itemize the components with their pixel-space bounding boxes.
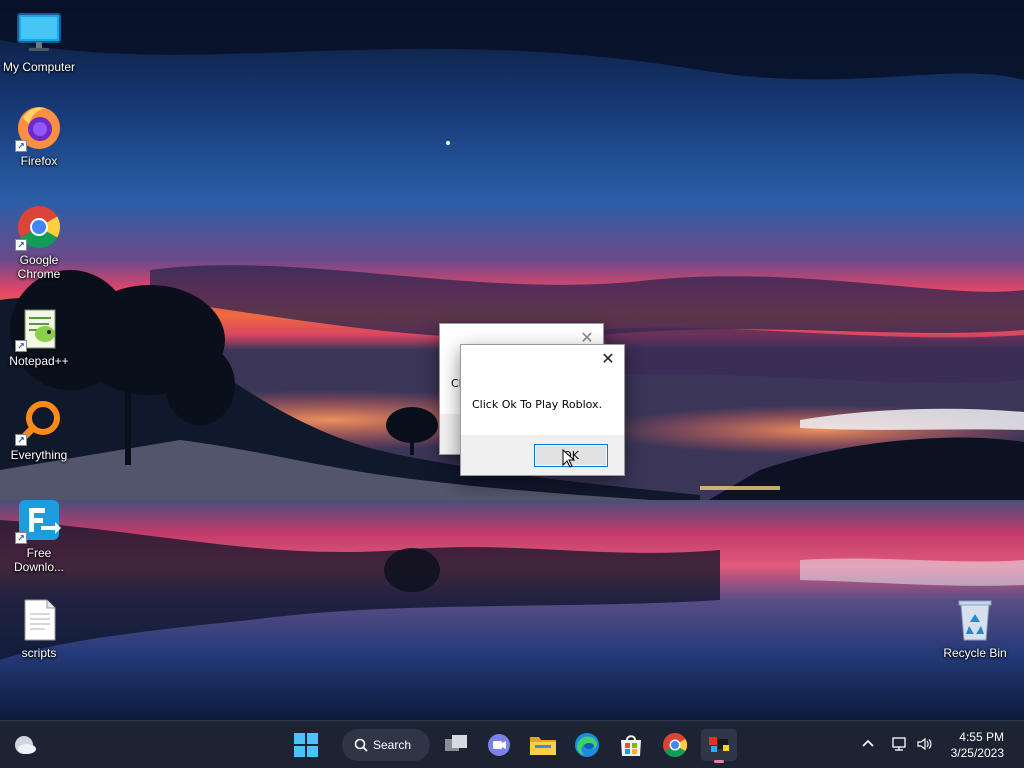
desktop-icon-label: Everything <box>10 448 68 462</box>
taskbar-clock[interactable]: 4:55 PM 3/25/2023 <box>951 729 1004 761</box>
microsoft-store-icon[interactable] <box>615 729 647 761</box>
desktop-icon-label: Firefox <box>20 154 58 168</box>
desktop-icon-my-computer[interactable]: My Computer <box>0 10 78 74</box>
close-icon[interactable]: ✕ <box>592 345 624 373</box>
chrome-icon: ↗ <box>15 203 63 251</box>
task-view-icon[interactable] <box>440 729 472 761</box>
roblox-app-icon[interactable] <box>701 729 737 763</box>
desktop-icon-firefox[interactable]: ↗ Firefox <box>0 104 78 168</box>
text-file-icon <box>15 596 63 644</box>
dialog-message: Click Ok To Play Roblox. <box>472 398 603 411</box>
shortcut-arrow-icon: ↗ <box>15 140 27 152</box>
shortcut-arrow-icon: ↗ <box>15 239 27 251</box>
weather-widget-icon[interactable] <box>8 729 40 761</box>
magnifier-search-icon: ↗ <box>15 398 63 446</box>
desktop-icon-notepad-plus-plus[interactable]: ↗ Notepad++ <box>0 304 78 368</box>
shortcut-arrow-icon: ↗ <box>15 532 27 544</box>
download-manager-icon: ↗ <box>15 496 63 544</box>
shortcut-arrow-icon: ↗ <box>15 434 27 446</box>
desktop-icon-label: scripts <box>21 646 57 660</box>
desktop-icon-label: Google Chrome <box>17 253 61 281</box>
desktop-icon-google-chrome[interactable]: ↗ Google Chrome <box>0 203 78 281</box>
desktop-icon-label: Free Downlo... <box>13 546 65 574</box>
recycle-bin-icon <box>951 596 999 644</box>
active-app-indicator <box>714 760 724 763</box>
clock-time: 4:55 PM <box>959 730 1004 744</box>
edge-icon[interactable] <box>571 729 603 761</box>
teams-chat-icon[interactable] <box>483 729 515 761</box>
desktop-icon-label: My Computer <box>2 60 76 74</box>
notepad-plus-plus-icon: ↗ <box>15 304 63 352</box>
desktop-icon-recycle-bin[interactable]: Recycle Bin <box>936 596 1014 660</box>
roblox-message-dialog[interactable]: ✕ Click Ok To Play Roblox. OK <box>460 344 625 476</box>
file-explorer-icon[interactable] <box>527 729 559 761</box>
shortcut-arrow-icon: ↗ <box>15 340 27 352</box>
desktop-icon-free-download-manager[interactable]: ↗ Free Downlo... <box>0 496 78 574</box>
show-hidden-icons-chevron-icon[interactable] <box>860 735 876 754</box>
clock-date: 3/25/2023 <box>950 746 1004 760</box>
taskbar: Search 4:55 PM 3/25/2023 <box>0 720 1024 768</box>
dialog-footer: OK <box>461 435 624 475</box>
desktop-icon-scripts[interactable]: scripts <box>0 596 78 660</box>
monitor-icon <box>15 10 63 58</box>
search-icon <box>354 738 368 752</box>
firefox-icon: ↗ <box>15 104 63 152</box>
network-icon[interactable] <box>891 735 909 756</box>
start-icon[interactable] <box>290 729 322 761</box>
taskbar-search-box[interactable]: Search <box>342 729 430 761</box>
dialog-titlebar[interactable]: ✕ <box>461 345 624 373</box>
chrome-taskbar-icon[interactable] <box>659 729 691 761</box>
desktop-icon-everything[interactable]: ↗ Everything <box>0 398 78 462</box>
mouse-pointer-icon <box>562 449 576 468</box>
desktop-icon-label: Recycle Bin <box>943 646 1007 660</box>
volume-icon[interactable] <box>916 735 934 756</box>
desktop-icon-label: Notepad++ <box>9 354 69 368</box>
search-label: Search <box>373 738 412 752</box>
